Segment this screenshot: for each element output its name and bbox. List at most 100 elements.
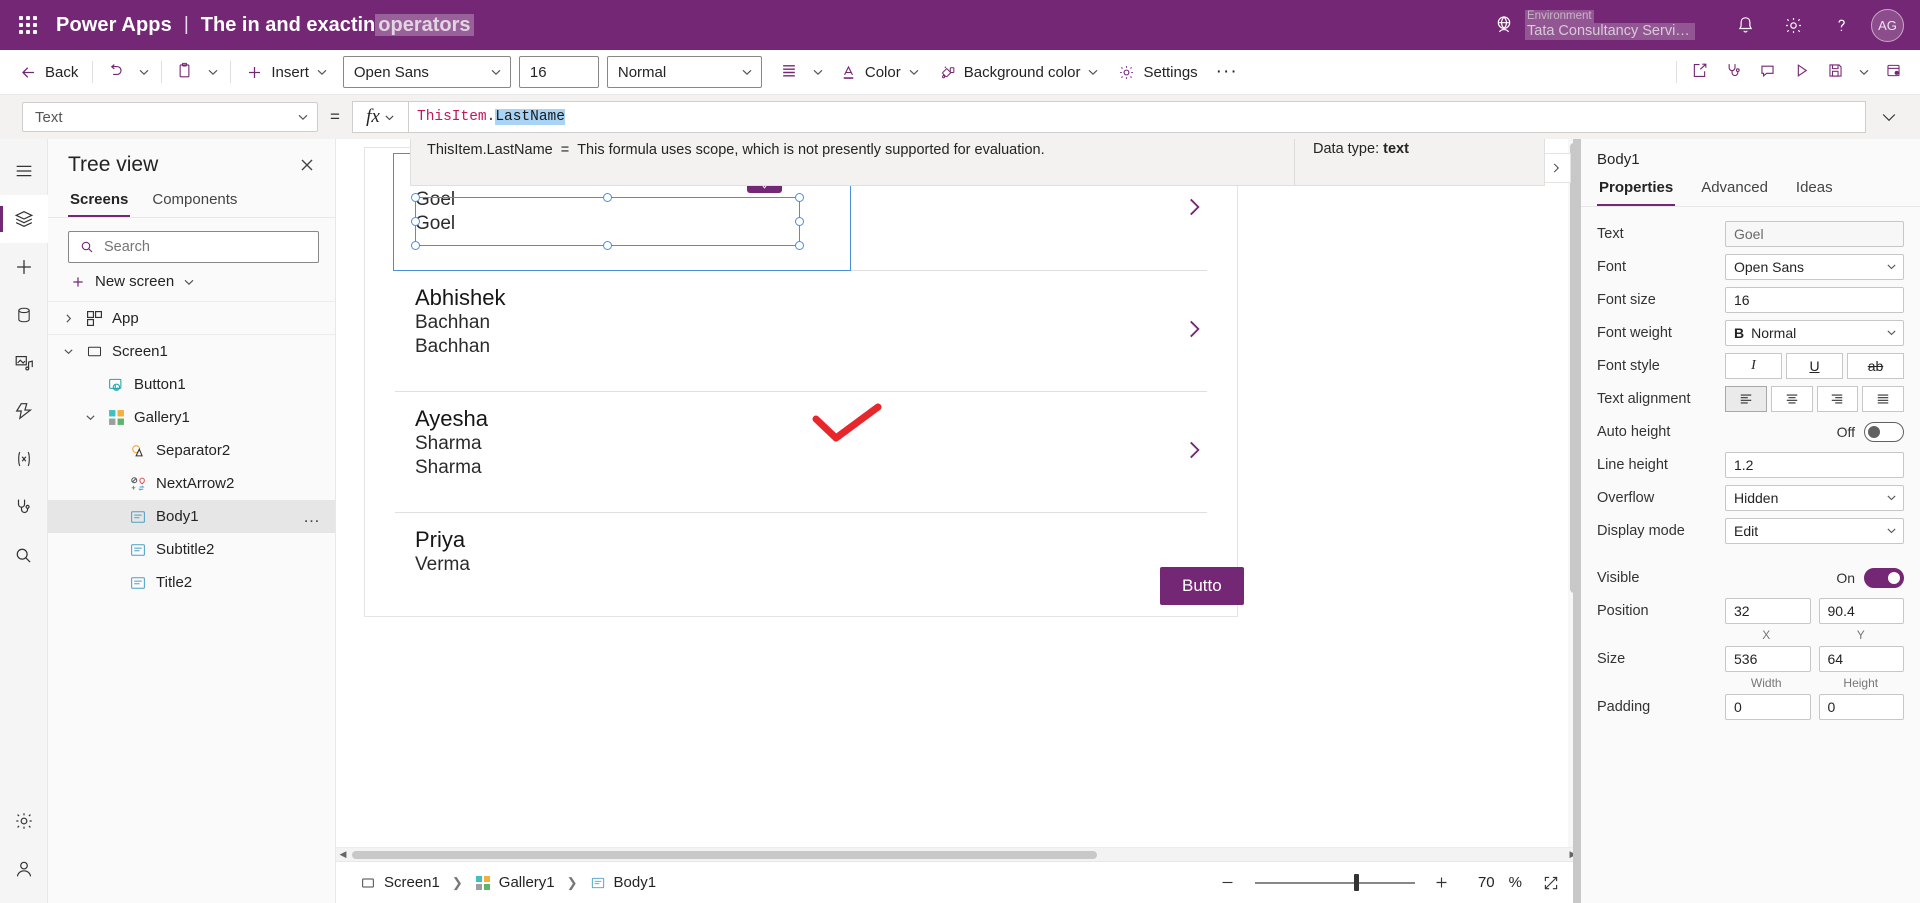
data-icon[interactable]: [0, 291, 48, 339]
text-align-caret[interactable]: [806, 57, 830, 87]
visible-toggle[interactable]: [1864, 568, 1904, 588]
padding-x-input[interactable]: 0: [1725, 694, 1811, 720]
next-arrow-icon-2[interactable]: [1181, 316, 1207, 346]
align-center-button[interactable]: [1771, 386, 1813, 412]
resize-handle-tl[interactable]: [411, 193, 420, 202]
settings-gear-icon[interactable]: [0, 797, 48, 845]
notifications-button[interactable]: [1721, 0, 1769, 50]
help-button[interactable]: [1817, 0, 1865, 50]
screen-primary-button[interactable]: Butto: [1160, 567, 1244, 605]
share-button[interactable]: [1682, 56, 1716, 88]
save-caret[interactable]: [1852, 57, 1876, 87]
formula-expand-button[interactable]: [1866, 101, 1912, 133]
media-icon[interactable]: [0, 339, 48, 387]
strikethrough-button[interactable]: ab: [1847, 353, 1904, 379]
insert-plus-icon[interactable]: [0, 243, 48, 291]
resize-handle-mr[interactable]: [795, 217, 804, 226]
fx-button[interactable]: fx: [352, 101, 408, 133]
undo-caret[interactable]: [132, 57, 156, 87]
size-x-input[interactable]: 536: [1725, 646, 1811, 672]
resize-handle-ml[interactable]: [411, 217, 420, 226]
account-icon[interactable]: [0, 845, 48, 893]
tab-components[interactable]: Components: [150, 185, 239, 217]
auto-height-toggle[interactable]: [1864, 422, 1904, 442]
text-align-button[interactable]: [772, 56, 806, 88]
properties-collapse-button[interactable]: [1541, 153, 1571, 183]
size-y-input[interactable]: 64: [1819, 646, 1905, 672]
resize-handle-bc[interactable]: [603, 241, 612, 250]
padding-y-input[interactable]: 0: [1819, 694, 1905, 720]
font-family-select[interactable]: Open Sans: [343, 56, 511, 88]
brand-label[interactable]: Power Apps: [56, 14, 172, 37]
app-checker-button[interactable]: [1716, 56, 1750, 88]
font-weight-select[interactable]: Normal: [607, 56, 762, 88]
tab-properties[interactable]: Properties: [1597, 175, 1675, 206]
chevron-down-icon[interactable]: [60, 346, 76, 357]
hamburger-icon[interactable]: [0, 147, 48, 195]
align-right-button[interactable]: [1817, 386, 1859, 412]
paste-caret[interactable]: [201, 57, 225, 87]
tree-view-icon[interactable]: [0, 195, 48, 243]
italic-button[interactable]: I: [1725, 353, 1782, 379]
tree-node-app[interactable]: App: [48, 302, 335, 335]
position-y-input[interactable]: 90.4: [1819, 598, 1905, 624]
color-button[interactable]: Color: [830, 56, 929, 88]
property-select[interactable]: Text: [22, 102, 318, 132]
variables-icon[interactable]: [0, 435, 48, 483]
avatar[interactable]: AG: [1871, 9, 1904, 42]
zoom-out-button[interactable]: [1215, 870, 1241, 896]
canvas-horizontal-scrollbar[interactable]: ◀ ▶: [336, 847, 1580, 861]
tree-node-separator2[interactable]: Separator2: [48, 434, 335, 467]
chevron-right-icon[interactable]: [60, 313, 76, 324]
comments-button[interactable]: [1750, 56, 1784, 88]
chevron-down-icon[interactable]: [82, 412, 98, 423]
overflow-select[interactable]: Hidden: [1725, 485, 1904, 511]
next-arrow-icon-1[interactable]: [1181, 194, 1207, 224]
underline-button[interactable]: U: [1786, 353, 1843, 379]
app-launcher-icon[interactable]: [0, 16, 56, 34]
font-weight-select[interactable]: BNormal: [1725, 320, 1904, 346]
preview-button[interactable]: [1784, 56, 1818, 88]
fit-screen-icon[interactable]: [1536, 874, 1566, 892]
power-automate-icon[interactable]: [0, 387, 48, 435]
tree-node-button1[interactable]: Button1: [48, 368, 335, 401]
line-height-input[interactable]: 1.2: [1725, 452, 1904, 478]
close-icon[interactable]: [295, 153, 319, 177]
gallery-row-2[interactable]: Abhishek Bachhan Bachhan: [365, 271, 1237, 391]
tree-node-screen1[interactable]: Screen1: [48, 335, 335, 368]
tree-node-overflow[interactable]: …: [303, 507, 327, 527]
tab-advanced[interactable]: Advanced: [1699, 175, 1770, 206]
breadcrumb-body1[interactable]: Body1: [580, 868, 667, 898]
text-input[interactable]: Goel: [1725, 221, 1904, 247]
app-title[interactable]: The in and exactinoperators: [201, 14, 474, 37]
paste-button[interactable]: [167, 56, 201, 88]
insert-button[interactable]: Insert: [236, 56, 337, 88]
gallery-row-3[interactable]: Ayesha Sharma Sharma: [365, 392, 1237, 512]
tree-node-body1[interactable]: Body1…: [48, 500, 335, 533]
resize-handle-tc[interactable]: [603, 193, 612, 202]
tree-search-box[interactable]: [68, 231, 319, 263]
gallery-row-4[interactable]: Priya Verma: [365, 513, 1237, 613]
resize-handle-br[interactable]: [795, 241, 804, 250]
search-input[interactable]: [104, 239, 308, 255]
settings-toolbar-button[interactable]: Settings: [1108, 56, 1206, 88]
resize-handle-bl[interactable]: [411, 241, 420, 250]
next-arrow-icon-3[interactable]: [1181, 437, 1207, 467]
align-left-button[interactable]: [1725, 386, 1767, 412]
tree-node-nextarrow2[interactable]: NextArrow2: [48, 467, 335, 500]
app-checker-icon[interactable]: [0, 483, 48, 531]
tree-node-subtitle2[interactable]: Subtitle2: [48, 533, 335, 566]
publish-button[interactable]: [1876, 56, 1910, 88]
breadcrumb-gallery1[interactable]: Gallery1: [465, 868, 565, 898]
panel-splitter[interactable]: [1573, 139, 1581, 903]
environment-picker[interactable]: Environment Tata Consultancy Servic...: [1493, 10, 1695, 40]
tab-ideas[interactable]: Ideas: [1794, 175, 1835, 206]
align-justify-button[interactable]: [1862, 386, 1904, 412]
font-select[interactable]: Open Sans: [1725, 254, 1904, 280]
breadcrumb-screen1[interactable]: Screen1: [350, 868, 450, 898]
canvas-area[interactable]: Ashish Goel Goel Abhishek Bachhan Bachha…: [336, 139, 1580, 847]
position-x-input[interactable]: 32: [1725, 598, 1811, 624]
save-button[interactable]: [1818, 56, 1852, 88]
new-screen-button[interactable]: New screen: [48, 263, 335, 302]
resize-handle-tr[interactable]: [795, 193, 804, 202]
